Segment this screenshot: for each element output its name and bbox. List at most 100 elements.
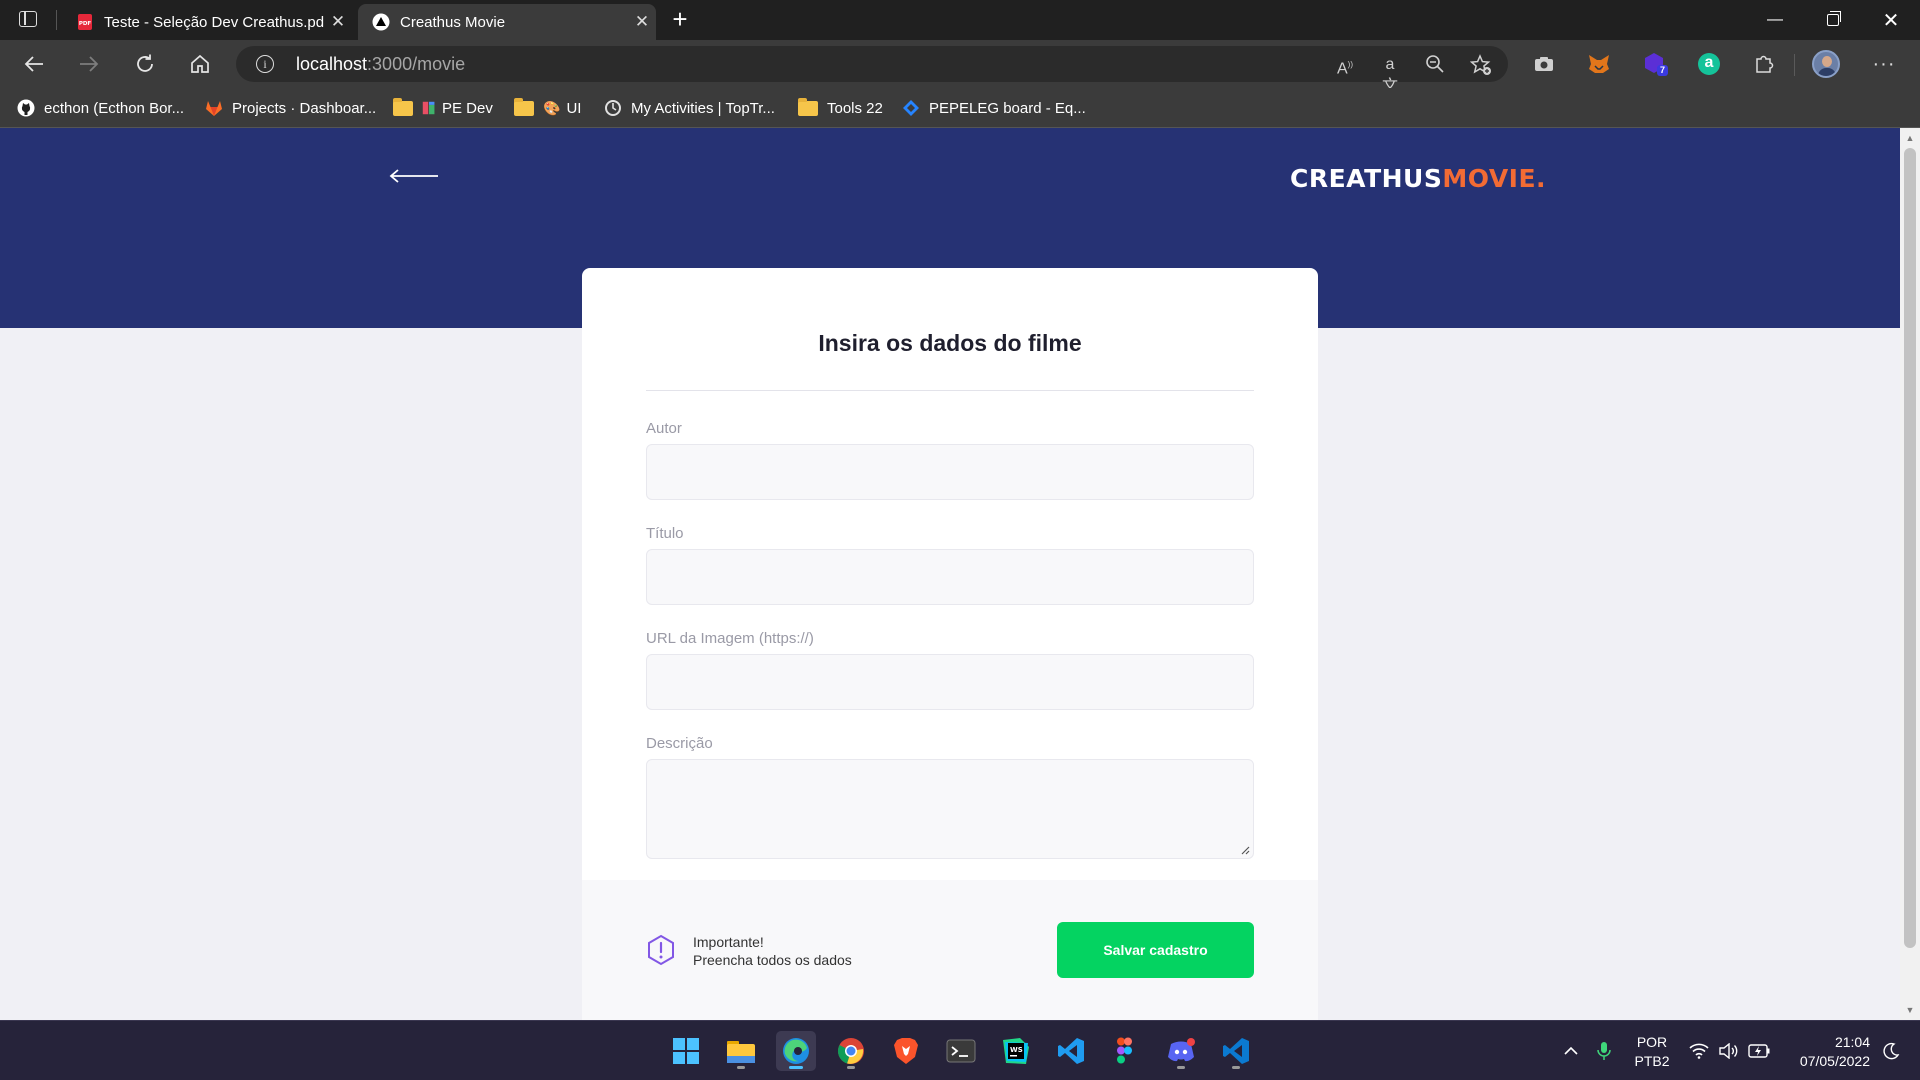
bookmark-toptracker[interactable]: My Activities | TopTr... (604, 97, 775, 119)
bookmark-label: Projects · Dashboar... (232, 99, 377, 117)
windows-logo-icon (673, 1038, 699, 1064)
movie-form-card: Insira os dados do filme Autor Título UR… (582, 268, 1318, 1020)
terminal-icon (946, 1039, 976, 1063)
system-clock[interactable]: 21:04 07/05/2022 (1778, 1033, 1870, 1071)
volume-icon[interactable] (1714, 1021, 1742, 1080)
divider (1794, 54, 1795, 76)
browser-toolbar: i localhost:3000/movie A)) a文 7 a ··· (0, 40, 1920, 95)
folder-icon (393, 97, 413, 116)
back-button[interactable] (16, 46, 52, 82)
start-button[interactable] (666, 1031, 706, 1071)
bookmark-folder-pe-dev[interactable]: PE Dev (393, 97, 493, 119)
scroll-thumb[interactable] (1904, 148, 1916, 948)
taskbar-webstorm[interactable]: WS (996, 1031, 1036, 1071)
pdf-icon: PDF (78, 14, 92, 30)
file-explorer-icon (727, 1041, 755, 1063)
focus-assist-moon-icon[interactable] (1876, 1021, 1906, 1080)
tab-pdf[interactable]: PDF Teste - Seleção Dev Creathus.pdf ✕ (62, 4, 352, 40)
polygon-extension-icon[interactable]: 7 (1642, 50, 1670, 78)
taskbar-chrome[interactable] (831, 1031, 871, 1071)
home-button[interactable] (182, 46, 218, 82)
scroll-up-icon[interactable]: ▲ (1900, 130, 1920, 146)
arrow-right-icon (80, 56, 99, 72)
site-info-icon[interactable]: i (256, 55, 274, 73)
read-aloud-icon[interactable]: A)) (1334, 54, 1356, 77)
save-button[interactable]: Salvar cadastro (1057, 922, 1254, 978)
taskbar-terminal[interactable] (941, 1031, 981, 1071)
form-footer: Importante! Preencha todos os dados Salv… (582, 880, 1318, 1020)
browser-tab-bar: PDF Teste - Seleção Dev Creathus.pdf ✕ C… (0, 0, 1920, 40)
bookmark-label: UI (566, 99, 582, 117)
restore-icon (1827, 11, 1841, 26)
taskbar-file-explorer[interactable] (721, 1031, 761, 1071)
back-arrow-icon[interactable] (388, 164, 440, 188)
close-tab-icon[interactable]: ✕ (324, 12, 352, 32)
close-tab-icon[interactable]: ✕ (628, 12, 656, 32)
tab-actions-icon[interactable] (19, 11, 37, 27)
page-scrollbar[interactable]: ▲ ▼ (1900, 128, 1920, 1020)
bookmark-label: PEPELEG board - Eq... (929, 99, 1086, 117)
gitlab-icon (206, 101, 222, 116)
profile-avatar[interactable] (1812, 50, 1840, 78)
running-indicator (847, 1066, 855, 1069)
taskbar-discord[interactable] (1161, 1031, 1201, 1071)
triangle-logo-icon (372, 13, 390, 31)
titulo-label: Título (646, 525, 684, 542)
notice-text: Preencha todos os dados (693, 952, 852, 968)
input-language[interactable]: POR PTB2 (1628, 1033, 1676, 1071)
close-window-button[interactable]: ✕ (1862, 0, 1920, 40)
microphone-icon[interactable] (1590, 1021, 1618, 1080)
vscode-icon (1058, 1038, 1084, 1064)
bookmark-github[interactable]: ecthon (Ecthon Bor... (17, 97, 184, 119)
colorful-app-icon (422, 101, 435, 115)
titulo-input[interactable] (646, 549, 1254, 605)
taskbar-vscode-insiders[interactable] (1051, 1031, 1091, 1071)
vscode-icon (1223, 1038, 1249, 1064)
address-bar[interactable]: i localhost:3000/movie A)) a文 (236, 46, 1508, 95)
resize-grip-icon[interactable] (1240, 845, 1250, 855)
bookmark-folder-ui[interactable]: 🎨 UI (514, 97, 581, 119)
tray-overflow-chevron-icon[interactable] (1556, 1021, 1586, 1080)
brand-part-1: CREATHUS (1290, 164, 1443, 193)
screenshot-extension-icon[interactable] (1530, 50, 1558, 78)
scroll-down-icon[interactable]: ▼ (1900, 1002, 1920, 1018)
url-text[interactable]: localhost:3000/movie (296, 54, 465, 75)
taskbar-figma[interactable] (1106, 1031, 1146, 1071)
forward-button[interactable] (71, 46, 107, 82)
more-menu-icon[interactable]: ··· (1870, 50, 1898, 78)
extension-badge: 7 (1660, 65, 1666, 75)
chrome-icon (837, 1038, 864, 1064)
folder-icon (514, 97, 534, 116)
divider (56, 10, 57, 30)
restore-button[interactable] (1804, 0, 1862, 40)
webstorm-icon: WS (1003, 1038, 1029, 1064)
bookmark-gitlab[interactable]: Projects · Dashboar... (205, 97, 376, 119)
extensions-puzzle-icon[interactable] (1750, 50, 1778, 78)
translate-icon[interactable]: a文 (1379, 54, 1401, 95)
descricao-textarea[interactable] (646, 759, 1254, 859)
jira-icon (903, 100, 919, 116)
add-favorite-icon[interactable] (1469, 54, 1492, 76)
battery-icon[interactable] (1744, 1021, 1774, 1080)
refresh-button[interactable] (127, 46, 163, 82)
autor-input[interactable] (646, 444, 1254, 500)
bookmark-label: My Activities | TopTr... (631, 99, 775, 117)
metamask-fox-icon[interactable] (1585, 50, 1613, 78)
minimize-button[interactable]: — (1746, 0, 1804, 40)
grammarly-icon[interactable]: a (1695, 50, 1723, 78)
page-viewport: CREATHUSMOVIE. Insira os dados do filme … (0, 128, 1900, 1020)
tab-creathus-movie[interactable]: Creathus Movie ✕ (358, 4, 656, 40)
taskbar-edge[interactable] (776, 1031, 816, 1071)
wifi-icon[interactable] (1684, 1021, 1714, 1080)
figma-icon (1117, 1037, 1132, 1064)
new-tab-button[interactable]: + (668, 4, 692, 36)
zoom-out-icon[interactable] (1424, 54, 1446, 76)
taskbar-vscode[interactable] (1216, 1031, 1256, 1071)
taskbar-brave[interactable] (886, 1031, 926, 1071)
bookmark-folder-tools-22[interactable]: Tools 22 (798, 97, 883, 119)
running-indicator (737, 1066, 745, 1069)
image-url-input[interactable] (646, 654, 1254, 710)
github-icon (17, 99, 35, 117)
tab-title: Creathus Movie (400, 13, 506, 31)
bookmark-jira[interactable]: PEPELEG board - Eq... (902, 97, 1086, 119)
